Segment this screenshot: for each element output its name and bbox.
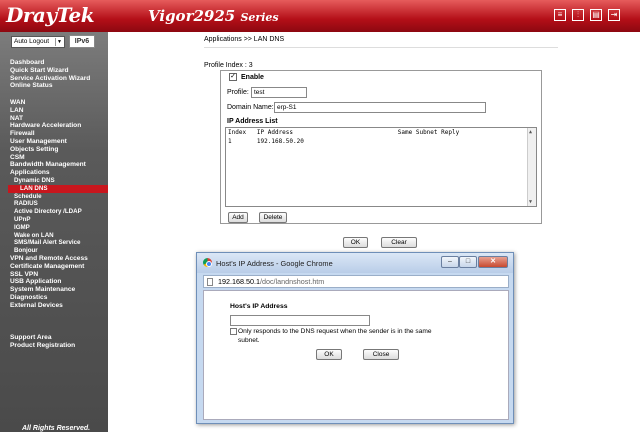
menu-bonjour[interactable]: Bonjour (10, 247, 108, 255)
menu-wan[interactable]: WAN (10, 99, 108, 107)
menu-nat[interactable]: NAT (10, 115, 108, 123)
menu-vpn-remote-access[interactable]: VPN and Remote Access (10, 255, 108, 263)
host-ip-popup: Host's IP Address - Google Chrome – □ ✕ … (196, 252, 514, 424)
popup-titlebar[interactable]: Host's IP Address - Google Chrome – □ ✕ (197, 253, 513, 273)
menu-system-maintenance[interactable]: System Maintenance (10, 286, 108, 294)
enable-checkbox[interactable]: ✓ (229, 73, 237, 81)
delete-button[interactable]: Delete (259, 212, 287, 223)
popup-close-button[interactable]: Close (363, 349, 399, 360)
model-series: Series (240, 11, 279, 24)
menu-objects-setting[interactable]: Objects Setting (10, 146, 108, 154)
popup-content: Host's IP Address Only responds to the D… (203, 290, 509, 420)
model-name: Vigor2925 (148, 7, 236, 25)
same-subnet-label: Only responds to the DNS request when th… (238, 328, 432, 344)
menu-upnp[interactable]: UPnP (10, 216, 108, 224)
menu-applications[interactable]: Applications (10, 169, 108, 177)
bars-icon[interactable]: ≡ (554, 9, 566, 21)
menu-group-main: WAN LAN NAT Hardware Acceleration Firewa… (8, 99, 108, 310)
popup-title: Host's IP Address - Google Chrome (216, 259, 333, 268)
url-host: 192.168.50.1 (218, 277, 260, 286)
profile-input[interactable]: test (251, 87, 307, 98)
draytek-logo: DrayTek (6, 3, 95, 27)
ok-button[interactable]: OK (343, 237, 368, 248)
profile-label: Profile: (227, 89, 249, 96)
auto-logout-label: Auto Logout (14, 38, 50, 45)
page-icon (207, 278, 213, 286)
menu-radius[interactable]: RADIUS (10, 200, 108, 208)
menu-quick-start-wizard[interactable]: Quick Start Wizard (10, 67, 90, 75)
menu-hardware-acceleration[interactable]: Hardware Acceleration (10, 122, 108, 130)
menu-active-directory[interactable]: Active Directory /LDAP (10, 208, 108, 216)
popup-ok-button[interactable]: OK (316, 349, 342, 360)
lan-dns-panel: ✓ Enable Profile: test Domain Name: erp-… (220, 70, 542, 224)
menu-group-status: Dashboard Quick Start Wizard Service Act… (10, 59, 90, 90)
host-ip-input[interactable] (230, 315, 370, 326)
menu-external-devices[interactable]: External Devices (10, 302, 108, 310)
rights-footer: All Rights Reserved. (22, 425, 91, 432)
model-title: Vigor2925 Series (148, 7, 279, 25)
chart-icon[interactable]: ▤ (590, 9, 602, 21)
menu-wake-on-lan[interactable]: Wake on LAN (10, 232, 108, 240)
menu-product-registration[interactable]: Product Registration (10, 342, 75, 350)
menu-bandwidth-management[interactable]: Bandwidth Management (10, 161, 108, 169)
divider (204, 47, 558, 48)
menu-igmp[interactable]: IGMP (10, 224, 108, 232)
menu-certificate-management[interactable]: Certificate Management (10, 263, 108, 271)
same-subnet-checkbox[interactable] (230, 328, 237, 335)
chrome-icon (203, 258, 212, 267)
chevron-down-icon: ▼ (55, 38, 63, 46)
clear-button[interactable]: Clear (381, 237, 417, 248)
ip-address-list[interactable]: Index IP Address Same Subnet Reply 1 192… (225, 127, 537, 207)
minimize-button[interactable]: – (441, 256, 459, 268)
breadcrumb: Applications >> LAN DNS (204, 36, 285, 43)
list-scrollbar[interactable]: ▲ ▼ (527, 128, 536, 206)
menu-lan-dns[interactable]: LAN DNS (8, 184, 108, 193)
menu-sms-mail-alert[interactable]: SMS/Mail Alert Service (10, 239, 108, 247)
sliders-icon[interactable]: ⫶ (572, 9, 584, 21)
scroll-down-icon[interactable]: ▼ (529, 199, 532, 205)
menu-user-management[interactable]: User Management (10, 138, 108, 146)
ip-list-row[interactable]: 1 192.168.50.20 (228, 138, 304, 145)
menu-ssl-vpn[interactable]: SSL VPN (10, 271, 108, 279)
add-button[interactable]: Add (228, 212, 248, 223)
url-path: /doc/landnshost.htm (259, 277, 325, 286)
menu-support-area[interactable]: Support Area (10, 334, 75, 342)
domain-name-input[interactable]: erp-S1 (274, 102, 486, 113)
menu-csm[interactable]: CSM (10, 154, 108, 162)
ip-list-title: IP Address List (227, 118, 278, 125)
menu-dashboard[interactable]: Dashboard (10, 59, 90, 67)
menu-group-support: Support Area Product Registration (10, 334, 75, 350)
ipv6-button[interactable]: IPv6 (69, 35, 95, 48)
popup-heading: Host's IP Address (230, 303, 288, 310)
menu-service-activation-wizard[interactable]: Service Activation Wizard (10, 75, 90, 83)
menu-dynamic-dns[interactable]: Dynamic DNS (10, 177, 108, 185)
domain-name-label: Domain Name: (227, 104, 274, 111)
close-window-button[interactable]: ✕ (478, 256, 508, 268)
ip-list-header: Index IP Address Same Subnet Reply (228, 129, 460, 136)
enable-label: Enable (241, 74, 264, 81)
address-bar[interactable]: 192.168.50.1/doc/landnshost.htm (203, 275, 509, 288)
menu-schedule[interactable]: Schedule (10, 193, 108, 201)
menu-firewall[interactable]: Firewall (10, 130, 108, 138)
menu-lan[interactable]: LAN (10, 107, 108, 115)
header-bar: DrayTek Vigor2925 Series ≡ ⫶ ▤ ⇥ (0, 0, 640, 32)
menu-online-status[interactable]: Online Status (10, 82, 90, 90)
menu-usb-application[interactable]: USB Application (10, 278, 108, 286)
sidebar: Auto Logout ▼ IPv6 Dashboard Quick Start… (0, 32, 108, 432)
maximize-button[interactable]: □ (459, 256, 477, 268)
profile-index-label: Profile Index : 3 (204, 62, 253, 69)
menu-diagnostics[interactable]: Diagnostics (10, 294, 108, 302)
logout-icon[interactable]: ⇥ (608, 9, 620, 21)
scroll-up-icon[interactable]: ▲ (529, 129, 532, 135)
auto-logout-select[interactable]: Auto Logout ▼ (11, 36, 65, 48)
